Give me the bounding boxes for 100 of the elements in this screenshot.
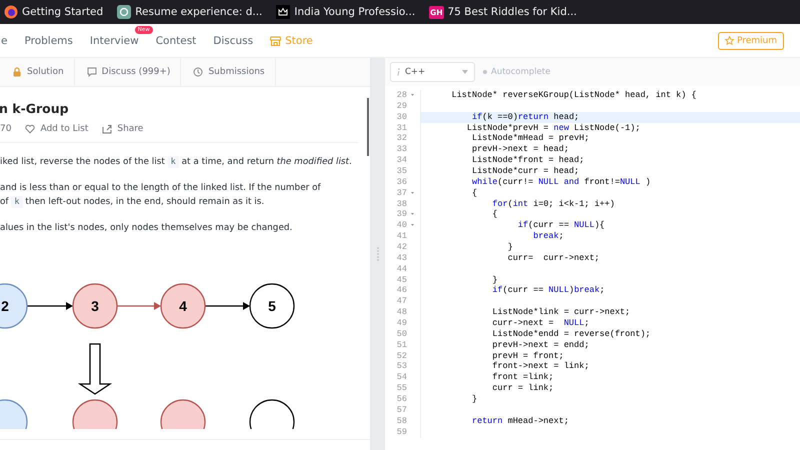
code-line: ListNode*link = curr->next; (491, 307, 630, 318)
nav-link[interactable]: Interview (90, 34, 139, 46)
dot-icon (483, 70, 487, 74)
like-count: 70 (0, 124, 12, 134)
line-number: 38 (396, 198, 407, 210)
code-line: curr->next = NULL; (491, 318, 590, 329)
clock-icon (193, 67, 204, 77)
line-number: 35 (396, 166, 407, 177)
line-number: 56 (396, 394, 407, 405)
code-line: } (506, 242, 513, 253)
line-number: 46 (396, 285, 407, 296)
nav-link[interactable]: Problems (24, 34, 73, 46)
caret-icon (462, 70, 468, 74)
code-line: return mHead->next; (471, 416, 569, 427)
line-number: 41 (396, 231, 407, 242)
code-line: break; (532, 231, 564, 242)
list-node: 3 (72, 283, 118, 329)
line-number: 37 (396, 188, 407, 199)
fold-caret-icon[interactable] (411, 94, 414, 96)
line-number: 44 (396, 264, 407, 275)
list-node (249, 399, 295, 429)
list-node: 4 (160, 283, 206, 329)
line-number: 30 (396, 112, 407, 123)
code-line: front =link; (491, 372, 554, 384)
description-paragraph: iked list, reverse the nodes of the list k at a time, and return the modified list. (0, 155, 353, 169)
line-number: 29 (396, 100, 407, 112)
bookmark[interactable]: India Young Professio... (276, 5, 416, 19)
code-line: } (471, 394, 478, 405)
code-line: } (491, 274, 498, 286)
line-number: 58 (396, 416, 407, 427)
list-node: 5 (249, 283, 295, 329)
code-line: { (491, 209, 498, 220)
code-line: for(int i=0; i<k-1; i++) (491, 198, 615, 210)
line-number: 57 (396, 404, 407, 416)
code-line: curr= curr->next; (506, 252, 600, 264)
scrollbar[interactable] (367, 98, 369, 156)
code-line: if(k ==0)return head; (471, 112, 580, 123)
code-line: { (471, 188, 478, 199)
line-number: 42 (396, 242, 407, 253)
line-number: 31 (396, 122, 407, 134)
line-number: 55 (396, 383, 407, 394)
code-line: ListNode*mHead = prevH; (471, 133, 590, 144)
share-icon (102, 124, 112, 134)
nav-link[interactable]: Contest (156, 34, 196, 46)
code-line: curr = link; (491, 383, 554, 394)
lock-icon (12, 67, 22, 77)
line-number: 52 (396, 350, 407, 362)
line-number: 32 (396, 133, 407, 144)
nav-link[interactable]: Discuss (213, 34, 254, 46)
line-number: 33 (396, 144, 407, 156)
star-icon (724, 36, 734, 45)
bookmark[interactable]: Resume experience: d... (117, 5, 262, 19)
code-line: ListNode*prevH = new ListNode(-1); (466, 122, 640, 134)
code-line: if(curr == NULL)break; (491, 285, 605, 296)
knot-logo-icon (117, 5, 132, 19)
line-number: 36 (396, 176, 407, 188)
code-line: ListNode*endd = reverse(front); (491, 328, 651, 340)
line-number: 40 (396, 220, 407, 232)
nav-link[interactable]: e (1, 34, 8, 46)
line-number: 54 (396, 372, 407, 384)
store-icon (270, 36, 282, 46)
problem-tab[interactable]: Submissions (181, 58, 276, 86)
code-line: prevH = front; (491, 350, 564, 362)
line-number: 59 (396, 426, 407, 438)
action-link[interactable]: Add to List (25, 124, 88, 134)
line-number: 49 (396, 318, 407, 329)
description-paragraph: and is less than or equal to the length of the linked list. If the number of of k then left-out nodes, in the end, should remain as it is. (0, 182, 322, 209)
action-link[interactable]: Share (102, 124, 144, 134)
down-arrow-icon (78, 343, 112, 395)
line-number: 47 (396, 296, 407, 308)
fold-caret-icon[interactable] (411, 224, 414, 226)
line-number: 34 (396, 155, 407, 166)
fold-caret-icon[interactable] (411, 192, 414, 194)
crown-icon (276, 5, 290, 19)
line-number: 43 (396, 252, 407, 264)
line-number: 28 (396, 90, 407, 101)
code-line: prevH->next = endd; (491, 340, 590, 351)
problem-tab[interactable]: Discuss (999+) (74, 58, 182, 86)
code-line: ListNode*curr = head; (471, 166, 580, 177)
line-number: 48 (396, 307, 407, 318)
code-line: while(curr!= NULL and front!=NULL ) (471, 176, 651, 188)
heart-icon (25, 124, 36, 134)
line-number: 53 (396, 361, 407, 372)
bookmark[interactable]: Getting Started (4, 5, 104, 19)
problem-title: n k-Group (0, 101, 70, 116)
code-line: ListNode* reverseKGroup(ListNode* head, int k) { (450, 90, 696, 101)
language-select[interactable]: C++ (390, 62, 475, 82)
fold-caret-icon[interactable] (411, 213, 414, 216)
info-icon (397, 68, 400, 76)
list-node: 2 (0, 283, 28, 329)
line-number: 45 (396, 274, 407, 286)
code-line: ListNode*front = head; (471, 155, 584, 166)
code-line: if(curr == NULL){ (516, 220, 605, 232)
description-paragraph: alues in the list's nodes, only nodes themselves may be changed. (0, 222, 294, 235)
code-line: prevH->next = head; (471, 144, 569, 156)
comment-icon (86, 67, 97, 77)
problem-tab[interactable]: Solution (0, 58, 75, 86)
line-number: 39 (396, 209, 407, 220)
line-number: 51 (396, 340, 407, 351)
code-line: front->next = link; (491, 361, 590, 372)
